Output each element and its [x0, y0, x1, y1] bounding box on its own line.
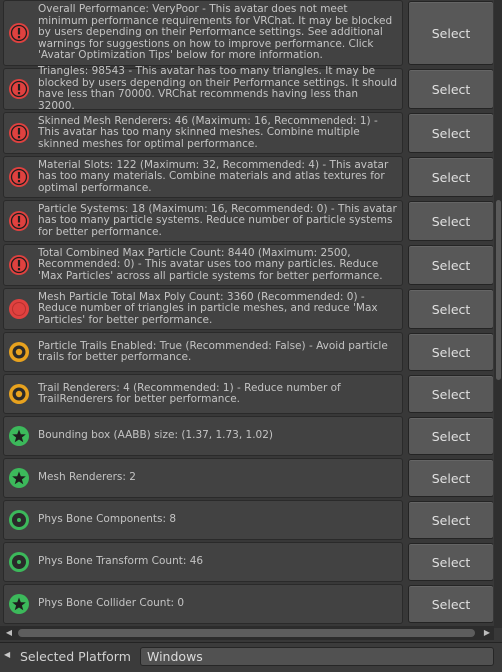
list-item: Particle Systems: 18 (Maximum: 16, Recom…	[3, 200, 493, 242]
footer-bar: ◀ Selected Platform Windows	[0, 642, 502, 672]
error-icon	[8, 166, 30, 188]
message-text: Material Slots: 122 (Maximum: 32, Recomm…	[38, 158, 389, 194]
message-text: Mesh Particle Total Max Poly Count: 3360…	[38, 290, 378, 326]
platform-dropdown[interactable]: Windows	[140, 647, 494, 666]
list-item: Phys Bone Components: 8 Select	[3, 500, 493, 540]
vertical-scrollbar-thumb[interactable]	[496, 200, 501, 380]
excellent-icon	[8, 467, 30, 489]
selected-platform-label: Selected Platform	[20, 649, 131, 664]
message-text: Mesh Renderers: 2	[38, 471, 136, 484]
message-text: Bounding box (AABB) size: (1.37, 1.73, 1…	[38, 429, 274, 442]
list-item: Phys Bone Collider Count: 0 Select	[3, 584, 493, 624]
list-item: Mesh Particle Total Max Poly Count: 3360…	[3, 288, 493, 330]
excellent-icon	[8, 425, 30, 447]
message-text: Phys Bone Components: 8	[38, 513, 177, 526]
error-icon	[8, 210, 30, 232]
select-button[interactable]: Select	[408, 289, 493, 329]
message-text: Trail Renderers: 4 (Recommended: 1) - Re…	[38, 381, 341, 405]
scroll-right-arrow-icon[interactable]: ▶	[481, 627, 493, 639]
message-text: Particle Trails Enabled: True (Recommend…	[38, 339, 388, 363]
list-item: Material Slots: 122 (Maximum: 32, Recomm…	[3, 156, 493, 198]
message-box: Total Combined Max Particle Count: 8440 …	[3, 244, 403, 286]
error-icon	[8, 78, 30, 100]
select-button[interactable]: Select	[408, 157, 493, 197]
foldout-arrow-icon[interactable]: ◀	[4, 650, 10, 659]
medium-icon	[8, 383, 30, 405]
list-item: Particle Trails Enabled: True (Recommend…	[3, 332, 493, 372]
select-button[interactable]: Select	[408, 1, 493, 65]
error-icon	[8, 22, 30, 44]
list-item: Skinned Mesh Renderers: 46 (Maximum: 16,…	[3, 112, 493, 154]
message-box: Mesh Renderers: 2	[3, 458, 403, 498]
list-item: Overall Performance: VeryPoor - This ava…	[3, 0, 493, 66]
message-text: Triangles: 98543 - This avatar has too m…	[38, 65, 397, 112]
message-text: Phys Bone Transform Count: 46	[38, 555, 204, 568]
vertical-scrollbar[interactable]	[494, 0, 502, 628]
list-item: Trail Renderers: 4 (Recommended: 1) - Re…	[3, 374, 493, 414]
message-box: Phys Bone Collider Count: 0	[3, 584, 403, 624]
good-icon	[8, 509, 30, 531]
select-button[interactable]: Select	[408, 501, 493, 539]
message-text: Total Combined Max Particle Count: 8440 …	[38, 246, 383, 282]
message-text: Overall Performance: VeryPoor - This ava…	[38, 3, 393, 62]
select-button[interactable]: Select	[408, 113, 493, 153]
list-item: Mesh Renderers: 2 Select	[3, 458, 493, 498]
select-button[interactable]: Select	[408, 333, 493, 371]
medium-icon	[8, 341, 30, 363]
select-button[interactable]: Select	[408, 459, 493, 497]
message-box: Trail Renderers: 4 (Recommended: 1) - Re…	[3, 374, 403, 414]
message-text: Phys Bone Collider Count: 0	[38, 597, 185, 610]
list-item: Bounding box (AABB) size: (1.37, 1.73, 1…	[3, 416, 493, 456]
message-box: Skinned Mesh Renderers: 46 (Maximum: 16,…	[3, 112, 403, 154]
select-button[interactable]: Select	[408, 417, 493, 455]
select-button[interactable]: Select	[408, 69, 493, 109]
scroll-left-arrow-icon[interactable]: ◀	[3, 627, 15, 639]
error-icon	[8, 254, 30, 276]
message-box: Overall Performance: VeryPoor - This ava…	[3, 0, 403, 66]
horizontal-scrollbar-thumb[interactable]	[18, 629, 475, 637]
message-box: Mesh Particle Total Max Poly Count: 3360…	[3, 288, 403, 330]
excellent-icon	[8, 593, 30, 615]
list-item: Total Combined Max Particle Count: 8440 …	[3, 244, 493, 286]
message-box: Phys Bone Components: 8	[3, 500, 403, 540]
performance-list: Overall Performance: VeryPoor - This ava…	[0, 0, 493, 624]
select-button[interactable]: Select	[408, 245, 493, 285]
select-button[interactable]: Select	[408, 585, 493, 623]
error-icon	[8, 122, 30, 144]
message-text: Skinned Mesh Renderers: 46 (Maximum: 16,…	[38, 114, 378, 150]
select-button[interactable]: Select	[408, 375, 493, 413]
poor-icon	[8, 298, 30, 320]
message-box: Triangles: 98543 - This avatar has too m…	[3, 65, 403, 112]
good-icon	[8, 551, 30, 573]
message-text: Particle Systems: 18 (Maximum: 16, Recom…	[38, 202, 397, 238]
message-box: Bounding box (AABB) size: (1.37, 1.73, 1…	[3, 416, 403, 456]
message-box: Phys Bone Transform Count: 46	[3, 542, 403, 582]
message-box: Material Slots: 122 (Maximum: 32, Recomm…	[3, 156, 403, 198]
select-button[interactable]: Select	[408, 201, 493, 241]
select-button[interactable]: Select	[408, 543, 493, 581]
message-box: Particle Trails Enabled: True (Recommend…	[3, 332, 403, 372]
message-box: Particle Systems: 18 (Maximum: 16, Recom…	[3, 200, 403, 242]
horizontal-scrollbar[interactable]: ◀ ▶	[0, 626, 494, 640]
list-item: Triangles: 98543 - This avatar has too m…	[3, 65, 493, 112]
list-item: Phys Bone Transform Count: 46 Select	[3, 542, 493, 582]
